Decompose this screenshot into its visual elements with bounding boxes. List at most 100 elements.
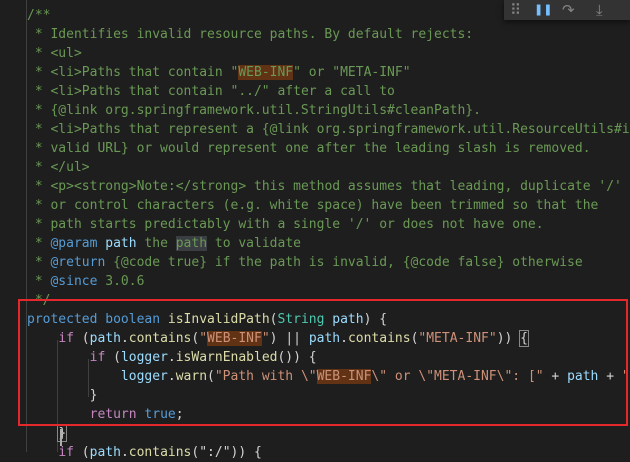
debug-toolbar: ⠿ ❚❚ ↷ ⤓ [504, 0, 630, 20]
code-token: Paths that represent a {@link org.spring… [81, 122, 630, 137]
code-token: if [89, 350, 106, 365]
code-token: * [27, 65, 51, 80]
code-token: ; [175, 407, 184, 422]
code-line[interactable]: return true; [27, 405, 184, 424]
code-line[interactable]: * Identifies invalid resource paths. By … [27, 25, 473, 44]
code-token: true [144, 407, 176, 422]
code-token: * Identifies invalid resource paths. By … [27, 27, 474, 42]
code-line[interactable]: * @return {@code true} if the path is in… [27, 253, 583, 272]
code-token: ) { [363, 312, 388, 327]
code-line[interactable]: if (logger.isWarnEnabled()) { [27, 348, 317, 367]
code-token: contains [347, 331, 411, 346]
code-token: if [58, 445, 74, 460]
code-token: ( [73, 331, 90, 346]
code-line[interactable]: * path starts predictably with a single … [27, 215, 544, 234]
code-line[interactable]: if (path.contains(":/")) { [27, 443, 262, 462]
code-token: path [105, 236, 137, 251]
code-line[interactable]: * <li>Paths that represent a {@link org.… [27, 120, 630, 139]
code-token: path [567, 369, 599, 384]
code-token: + [543, 369, 568, 384]
code-token: path [308, 331, 341, 346]
step-into-icon[interactable]: ⤓ [596, 0, 603, 20]
pause-icon[interactable]: ❚❚ [534, 0, 552, 20]
code-token: if [58, 331, 74, 346]
code-token: </ul> [50, 160, 90, 175]
code-token: "META-INF" [418, 331, 497, 346]
code-token: <li> [50, 65, 82, 80]
code-line[interactable]: * <ul> [27, 44, 82, 63]
code-line[interactable]: /** [27, 6, 50, 25]
code-line[interactable]: protected boolean isInvalidPath(String p… [27, 310, 387, 329]
code-token: <p><strong> [50, 179, 137, 194]
code-token: boolean [105, 312, 161, 327]
code-token: isWarnEnabled [175, 350, 278, 365]
code-line[interactable]: * or control characters (e.g. white spac… [27, 196, 599, 215]
code-line[interactable]: * <li>Paths that contain "../" after a c… [27, 82, 395, 101]
code-token: path [175, 236, 208, 251]
code-token: the [136, 236, 176, 251]
code-line[interactable]: * <p><strong>Note:</strong> this method … [27, 177, 622, 196]
code-line[interactable]: */ [27, 291, 51, 310]
code-token: to validate [207, 236, 301, 251]
code-token: path [89, 331, 121, 346]
code-token: ( [73, 445, 90, 460]
code-token: 3.0.6 [97, 274, 145, 289]
code-token: </strong> [175, 179, 247, 194]
code-token: path [89, 445, 121, 460]
code-token: Note: [136, 179, 176, 194]
code-token: * [27, 274, 51, 289]
code-token: */ [27, 293, 51, 308]
code-line[interactable]: * @param path the path to validate [27, 234, 301, 253]
code-token: this method assumes that leading, duplic… [246, 179, 622, 194]
code-token: * [27, 84, 51, 99]
text-cursor [60, 429, 62, 446]
code-token: * {@link org.springframework.util.String… [27, 103, 481, 118]
code-line[interactable]: * <li>Paths that contain "WEB-INF" or "M… [27, 63, 411, 82]
code-token: @param [50, 236, 98, 251]
code-line[interactable]: * </ul> [27, 158, 90, 177]
code-token: <li> [50, 84, 82, 99]
code-line[interactable]: * @since 3.0.6 [27, 272, 145, 291]
code-token: isInvalidPath [167, 312, 270, 327]
code-token: logger [120, 350, 168, 365]
code-token: * [27, 122, 51, 137]
code-token: ()) { [277, 350, 317, 365]
code-token: * [27, 236, 51, 251]
code-line[interactable]: * {@link org.springframework.util.String… [27, 101, 481, 120]
code-token: . [120, 445, 129, 460]
code-token: {@code true} if the path is invalid, {@c… [105, 255, 583, 270]
code-token: "Path with \" [214, 369, 317, 384]
code-token: contains [128, 331, 192, 346]
code-token: Paths that contain " [81, 65, 239, 80]
code-token: { [519, 330, 529, 347]
code-token: @since [50, 274, 98, 289]
drag-handle-icon[interactable]: ⠿ [510, 0, 521, 20]
code-line[interactable]: logger.warn("Path with \"WEB-INF\" or \"… [27, 367, 630, 386]
code-token: )) [496, 331, 521, 346]
code-token: " [261, 331, 270, 346]
code-token: protected [27, 312, 98, 327]
code-line[interactable]: } [27, 386, 98, 405]
code-token: ( [207, 369, 215, 384]
code-token: Paths that contain "../" after a call to [81, 84, 395, 99]
code-token: * or control characters (e.g. white spac… [27, 198, 599, 213]
code-token: "]" [621, 369, 630, 384]
code-token: path [332, 312, 364, 327]
code-token: * [27, 179, 51, 194]
code-token: return [89, 407, 137, 422]
code-editor[interactable]: /** * Identifies invalid resource paths.… [0, 0, 630, 460]
code-token: String [277, 312, 325, 327]
code-line[interactable]: if (path.contains("WEB-INF") || path.con… [27, 329, 529, 348]
code-token: * valid URL} or would represent one afte… [27, 141, 591, 156]
code-line[interactable]: * valid URL} or would represent one afte… [27, 139, 591, 158]
code-token: . [340, 331, 348, 346]
code-token: /** [27, 8, 51, 23]
code-token: " or "META-INF" [293, 65, 411, 80]
step-over-icon[interactable]: ↷ [562, 0, 575, 20]
code-token: \" or \"META-INF\": [" [371, 369, 544, 384]
code-token: . [167, 369, 176, 384]
code-token: warn [175, 369, 208, 384]
